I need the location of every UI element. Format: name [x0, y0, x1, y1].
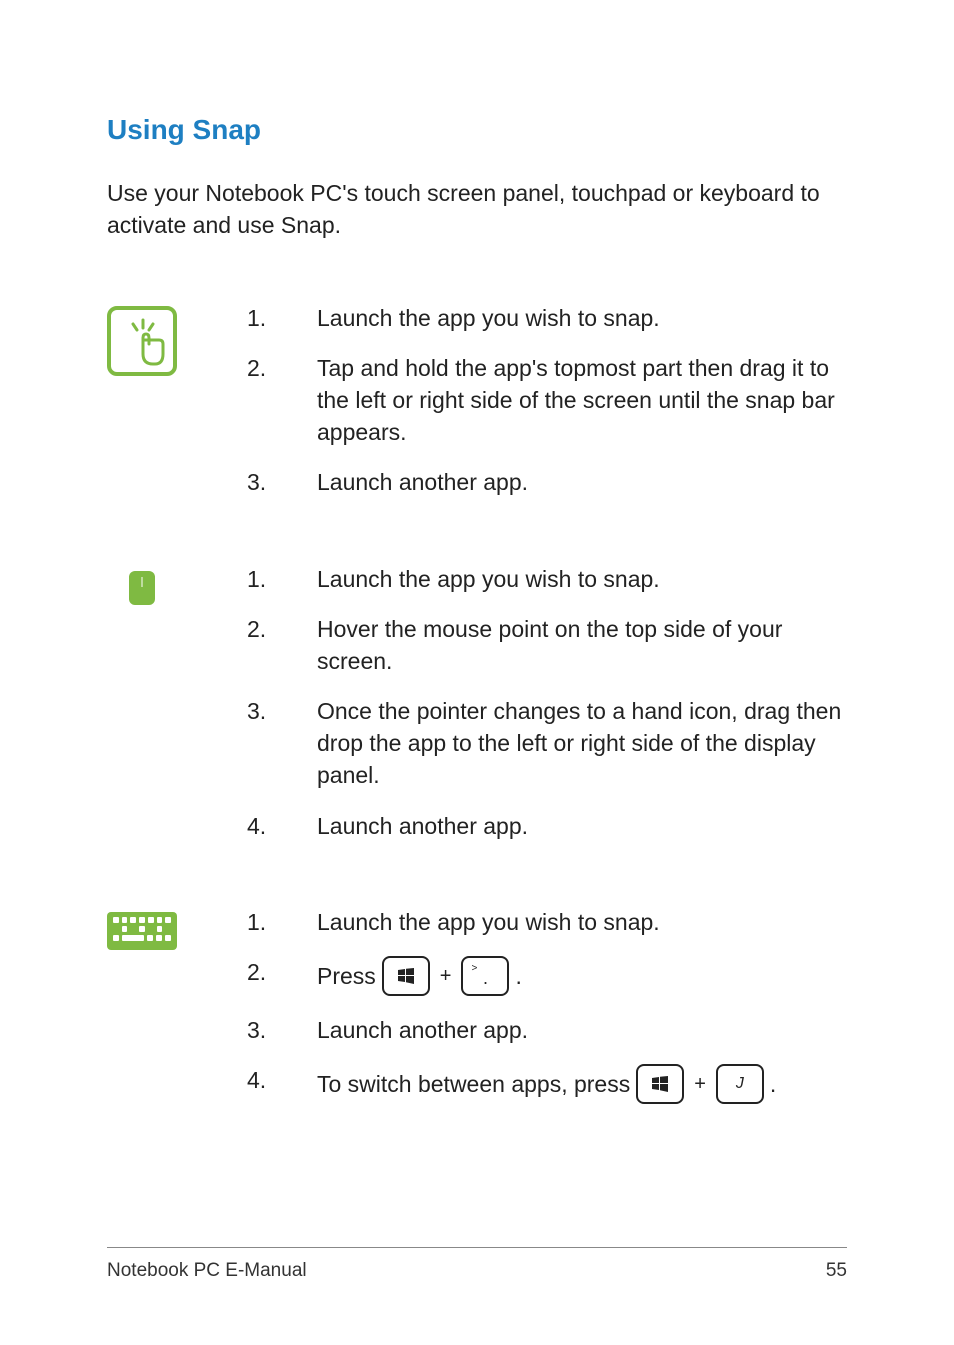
step-text: Launch another app. — [317, 810, 847, 842]
step-number: 3. — [247, 1014, 317, 1046]
windows-key-icon — [382, 956, 430, 996]
touchpad-step-1: 1. Launch the app you wish to snap. — [247, 563, 847, 595]
touch-screen-icon — [107, 306, 177, 376]
step-number: 1. — [247, 906, 317, 938]
period: . — [515, 960, 521, 992]
period: . — [770, 1068, 776, 1100]
touchpad-icon — [129, 571, 155, 605]
section-heading: Using Snap — [107, 110, 847, 149]
footer-title: Notebook PC E-Manual — [107, 1258, 307, 1285]
step-text: Launch the app you wish to snap. — [317, 302, 847, 334]
step-text: Once the pointer changes to a hand icon,… — [317, 695, 847, 792]
plus-sign: + — [440, 962, 452, 990]
windows-key-icon — [636, 1064, 684, 1104]
touch-step-1: 1. Launch the app you wish to snap. — [247, 302, 847, 334]
step-text: Tap and hold the app's topmost part then… — [317, 352, 847, 449]
step-number: 4. — [247, 810, 317, 842]
step-text: Hover the mouse point on the top side of… — [317, 613, 847, 677]
step-number: 4. — [247, 1064, 317, 1096]
switch-label: To switch between apps, press — [317, 1068, 630, 1100]
page-footer: Notebook PC E-Manual 55 — [107, 1247, 847, 1285]
plus-sign: + — [694, 1070, 706, 1098]
keyboard-step-3: 3. Launch another app. — [247, 1014, 847, 1046]
step-text: Launch another app. — [317, 466, 847, 498]
method-keyboard: 1. Launch the app you wish to snap. 2. P… — [107, 906, 847, 1122]
step-number: 1. — [247, 302, 317, 334]
period-key-icon: > . — [461, 956, 509, 996]
step-number: 3. — [247, 466, 317, 498]
keyboard-step-4: 4. To switch between apps, press + J . — [247, 1064, 847, 1104]
keyboard-step-1: 1. Launch the app you wish to snap. — [247, 906, 847, 938]
press-label: Press — [317, 960, 376, 992]
page-number: 55 — [826, 1258, 847, 1285]
touchpad-step-2: 2. Hover the mouse point on the top side… — [247, 613, 847, 677]
step-number: 2. — [247, 956, 317, 988]
method-touch: 1. Launch the app you wish to snap. 2. T… — [107, 302, 847, 517]
intro-text: Use your Notebook PC's touch screen pane… — [107, 177, 847, 241]
step-text: To switch between apps, press + J . — [317, 1064, 847, 1104]
step-number: 2. — [247, 613, 317, 645]
step-number: 3. — [247, 695, 317, 727]
touch-step-3: 3. Launch another app. — [247, 466, 847, 498]
j-key-icon: J — [716, 1064, 764, 1104]
step-text: Launch another app. — [317, 1014, 847, 1046]
step-text: Press + > . . — [317, 956, 847, 996]
method-touchpad: 1. Launch the app you wish to snap. 2. H… — [107, 563, 847, 860]
keyboard-step-2: 2. Press + > . . — [247, 956, 847, 996]
step-number: 1. — [247, 563, 317, 595]
touchpad-step-3: 3. Once the pointer changes to a hand ic… — [247, 695, 847, 792]
touchpad-step-4: 4. Launch another app. — [247, 810, 847, 842]
step-text: Launch the app you wish to snap. — [317, 906, 847, 938]
touch-step-2: 2. Tap and hold the app's topmost part t… — [247, 352, 847, 449]
step-number: 2. — [247, 352, 317, 384]
step-text: Launch the app you wish to snap. — [317, 563, 847, 595]
keyboard-icon — [107, 912, 177, 950]
